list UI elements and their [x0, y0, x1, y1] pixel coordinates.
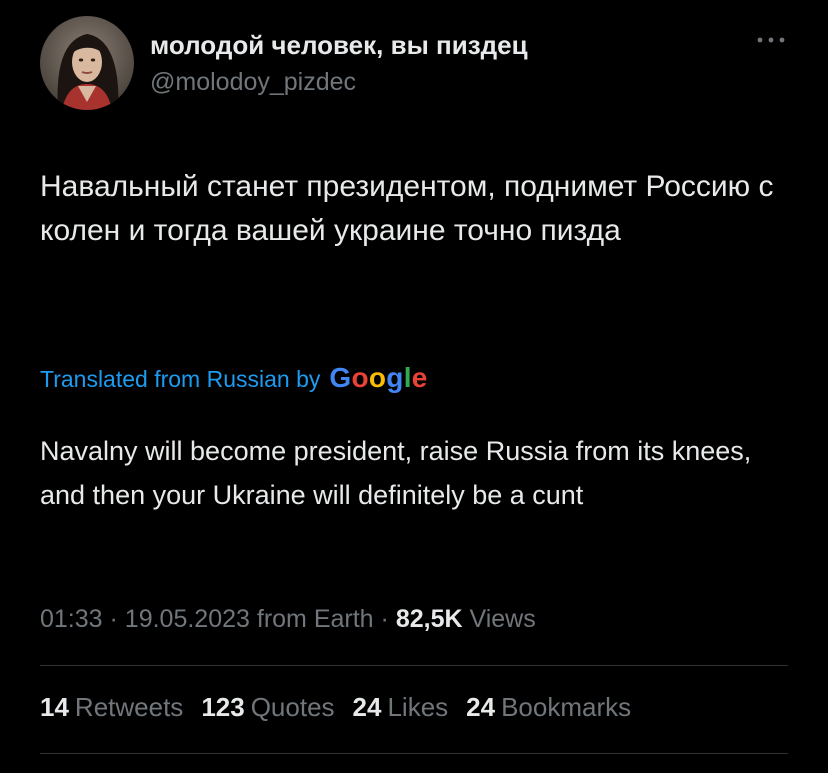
google-logo-letter: g: [386, 362, 404, 393]
google-logo-letter: o: [351, 362, 369, 393]
bookmarks-label: Bookmarks: [501, 692, 632, 722]
translated-text: Navalny will become president, raise Rus…: [40, 436, 752, 510]
meta-separator: ·: [380, 605, 389, 633]
retweets-label: Retweets: [74, 692, 184, 722]
google-logo-letter: l: [403, 362, 412, 393]
author-handle[interactable]: @molodoy_pizdec: [150, 68, 356, 97]
quotes-stat[interactable]: 123 Quotes: [201, 692, 334, 723]
translation-label: Translated from Russian by: [40, 366, 321, 392]
bookmarks-stat[interactable]: 24 Bookmarks: [466, 692, 631, 723]
avatar-image: [40, 16, 134, 110]
likes-count: 24: [352, 692, 382, 722]
avatar[interactable]: [40, 16, 134, 110]
quotes-label: Quotes: [250, 692, 335, 722]
google-logo-letter: e: [411, 362, 428, 393]
author-name[interactable]: молодой человек, вы пиздец: [150, 30, 528, 61]
tweet-card: молодой человек, вы пиздец @molodoy_pizd…: [0, 0, 828, 773]
divider: [40, 753, 788, 754]
translation-attribution[interactable]: Translated from Russian by Google: [40, 362, 428, 394]
quotes-count: 123: [201, 692, 245, 722]
views-label: Views: [469, 605, 536, 633]
likes-label: Likes: [387, 692, 449, 722]
engagement-stats: 14 Retweets 123 Quotes 24 Likes 24 Bookmarks: [40, 692, 649, 723]
tweet-text: Навальный станет президентом, поднимет Р…: [40, 170, 774, 247]
google-logo-letter: o: [368, 362, 387, 393]
google-logo-letter: G: [329, 362, 352, 393]
tweet-date[interactable]: 19.05.2023: [125, 605, 250, 633]
bookmarks-count: 24: [466, 692, 496, 722]
views-count: 82,5K: [395, 605, 463, 633]
divider: [40, 665, 788, 666]
retweets-count: 14: [40, 692, 69, 722]
more-horizontal-icon[interactable]: [754, 30, 788, 50]
retweets-stat[interactable]: 14 Retweets: [40, 692, 183, 723]
likes-stat[interactable]: 24 Likes: [353, 692, 449, 723]
tweet-time[interactable]: 01:33: [40, 605, 103, 633]
tweet-meta: 01:33 · 19.05.2023 from Earth · 82,5K Vi…: [40, 605, 536, 634]
tweet-source: from Earth: [256, 605, 374, 633]
google-logo: Google: [329, 362, 427, 394]
meta-separator: ·: [109, 605, 118, 633]
